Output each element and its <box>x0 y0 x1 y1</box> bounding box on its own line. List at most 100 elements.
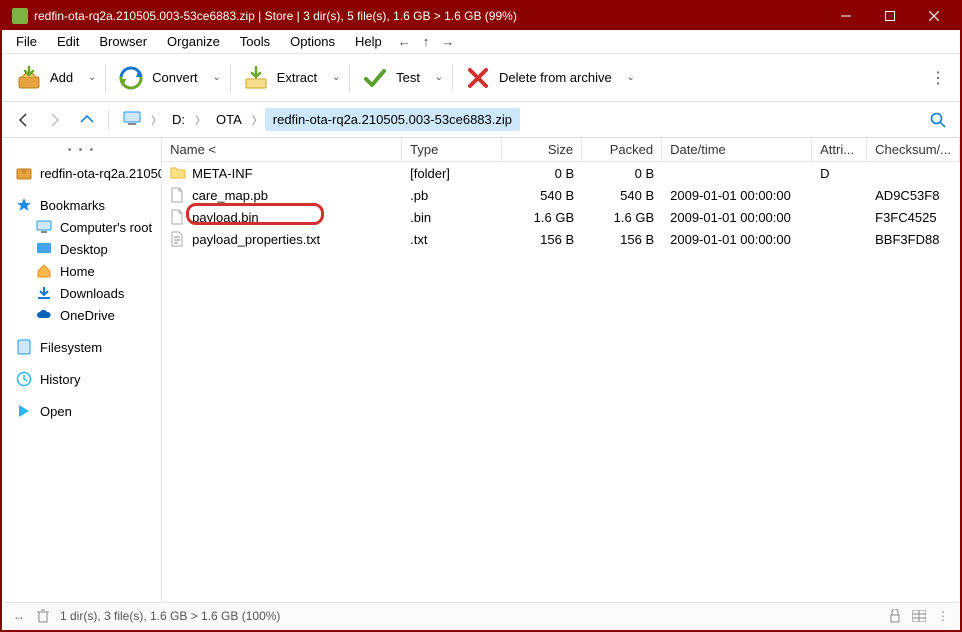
file-date: 2009-01-01 00:00:00 <box>662 184 812 206</box>
delete-label: Delete from archive <box>499 70 612 85</box>
file-attr <box>812 184 867 206</box>
file-row[interactable]: payload.bin.bin1.6 GB1.6 GB2009-01-01 00… <box>162 206 960 228</box>
sidebar-archive-label: redfin-ota-rq2a.210505.003 <box>40 166 162 181</box>
menu-nav-up-icon[interactable]: ↑ <box>417 31 436 52</box>
file-size: 0 B <box>502 162 582 184</box>
file-checksum: F3FC4525 <box>867 206 960 228</box>
test-button[interactable]: Test <box>354 60 428 96</box>
menu-options[interactable]: Options <box>280 31 345 52</box>
sidebar-history[interactable]: History <box>2 368 161 390</box>
convert-button[interactable]: Convert <box>110 60 206 96</box>
file-size: 1.6 GB <box>502 206 582 228</box>
delete-button[interactable]: Delete from archive <box>457 60 620 96</box>
file-type: [folder] <box>402 162 502 184</box>
sidebar-archive-item[interactable]: redfin-ota-rq2a.210505.003 <box>2 162 161 184</box>
header-size[interactable]: Size <box>502 138 582 161</box>
status-overflow[interactable]: ⋮ <box>936 609 950 623</box>
sidebar-item-computers-root[interactable]: Computer's root <box>2 216 161 238</box>
header-type[interactable]: Type <box>402 138 502 161</box>
menu-help[interactable]: Help <box>345 31 392 52</box>
addressbar: 〉 D: 〉 OTA 〉 redfin-ota-rq2a.210505.003-… <box>2 102 960 138</box>
header-checksum[interactable]: Checksum/... <box>867 138 960 161</box>
close-button[interactable] <box>912 2 956 30</box>
txt-icon <box>170 231 186 247</box>
menu-file[interactable]: File <box>6 31 47 52</box>
header-packed[interactable]: Packed <box>582 138 662 161</box>
file-row[interactable]: care_map.pb.pb540 B540 B2009-01-01 00:00… <box>162 184 960 206</box>
minimize-button[interactable] <box>824 2 868 30</box>
file-attr: D <box>812 162 867 184</box>
file-checksum <box>867 162 960 184</box>
sidebar-item-onedrive[interactable]: OneDrive <box>2 304 161 326</box>
menu-tools[interactable]: Tools <box>230 31 280 52</box>
checkmark-icon <box>362 65 388 91</box>
sidebar-overflow-icon[interactable]: • • • <box>2 142 161 162</box>
sidebar-open[interactable]: Open <box>2 400 161 422</box>
test-dropdown[interactable]: ⌄ <box>430 60 448 96</box>
header-attr[interactable]: Attri... <box>812 138 867 161</box>
menu-nav-fwd-icon[interactable]: → <box>435 31 460 52</box>
file-size: 156 B <box>502 228 582 250</box>
file-packed: 156 B <box>582 228 662 250</box>
menu-browser[interactable]: Browser <box>89 31 157 52</box>
add-button[interactable]: Add <box>8 60 81 96</box>
file-packed: 0 B <box>582 162 662 184</box>
sidebar-item-label: Downloads <box>60 286 124 301</box>
file-packed: 1.6 GB <box>582 206 662 228</box>
extract-button[interactable]: Extract <box>235 60 325 96</box>
search-button[interactable] <box>922 105 954 135</box>
file-row[interactable]: payload_properties.txt.txt156 B156 B2009… <box>162 228 960 250</box>
breadcrumb-folder[interactable]: OTA <box>208 108 250 131</box>
sidebar-filesystem[interactable]: Filesystem <box>2 336 161 358</box>
file-type: .pb <box>402 184 502 206</box>
delete-dropdown[interactable]: ⌄ <box>622 60 640 96</box>
file-row[interactable]: META-INF[folder]0 B0 BD <box>162 162 960 184</box>
breadcrumb-archive[interactable]: redfin-ota-rq2a.210505.003-53ce6883.zip <box>265 108 520 131</box>
nav-forward-button[interactable] <box>40 105 70 135</box>
file-name: payload_properties.txt <box>192 232 320 247</box>
sidebar-item-home[interactable]: Home <box>2 260 161 282</box>
app-icon <box>12 8 28 24</box>
play-icon <box>16 403 32 419</box>
titlebar-text: redfin-ota-rq2a.210505.003-53ce6883.zip … <box>34 9 824 23</box>
file-name: payload.bin <box>192 210 259 225</box>
maximize-button[interactable] <box>868 2 912 30</box>
menu-edit[interactable]: Edit <box>47 31 89 52</box>
toolbar-overflow[interactable]: ⋮ <box>922 62 954 94</box>
add-dropdown[interactable]: ⌄ <box>83 60 101 96</box>
sidebar-item-label: Home <box>60 264 95 279</box>
chevron-right-icon: 〉 <box>250 112 265 128</box>
resize-handle-icon[interactable]: ↔ <box>12 609 26 623</box>
breadcrumb: 〉 D: 〉 OTA 〉 redfin-ota-rq2a.210505.003-… <box>115 107 920 133</box>
statusbar: ↔ 1 dir(s), 3 file(s), 1.6 GB > 1.6 GB (… <box>4 602 958 628</box>
file-type: .txt <box>402 228 502 250</box>
layout-icon[interactable] <box>912 609 926 623</box>
file-date: 2009-01-01 00:00:00 <box>662 206 812 228</box>
file-attr <box>812 228 867 250</box>
nav-back-button[interactable] <box>8 105 38 135</box>
header-name[interactable]: Name < <box>162 138 402 161</box>
file-date: 2009-01-01 00:00:00 <box>662 228 812 250</box>
cloud-icon <box>36 307 52 323</box>
titlebar: redfin-ota-rq2a.210505.003-53ce6883.zip … <box>2 2 960 30</box>
chevron-right-icon: 〉 <box>193 112 208 128</box>
trash-icon[interactable] <box>36 609 50 623</box>
sidebar-bookmarks[interactable]: Bookmarks <box>2 194 161 216</box>
menu-nav-back-icon[interactable]: ← <box>392 31 417 52</box>
header-date[interactable]: Date/time <box>662 138 812 161</box>
file-name: care_map.pb <box>192 188 268 203</box>
breadcrumb-drive[interactable]: D: <box>164 108 193 131</box>
file-type: .bin <box>402 206 502 228</box>
lock-icon[interactable] <box>888 609 902 623</box>
file-list: Name < Type Size Packed Date/time Attri.… <box>162 138 960 604</box>
archive-icon <box>16 165 32 181</box>
test-label: Test <box>396 70 420 85</box>
extract-dropdown[interactable]: ⌄ <box>327 60 345 96</box>
file-size: 540 B <box>502 184 582 206</box>
nav-up-button[interactable] <box>72 105 102 135</box>
menu-organize[interactable]: Organize <box>157 31 230 52</box>
convert-dropdown[interactable]: ⌄ <box>208 60 226 96</box>
sidebar-item-desktop[interactable]: Desktop <box>2 238 161 260</box>
sidebar-item-downloads[interactable]: Downloads <box>2 282 161 304</box>
breadcrumb-root[interactable] <box>115 107 149 132</box>
